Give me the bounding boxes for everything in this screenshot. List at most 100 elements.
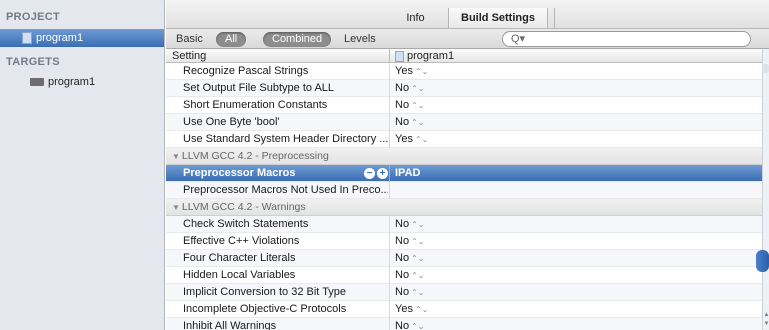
sidebar-item-project[interactable]: program1	[0, 29, 164, 47]
filter-all-button[interactable]: All	[216, 32, 247, 47]
scroll-down-arrow-icon[interactable]: ▼	[763, 321, 769, 328]
setting-value[interactable]: No ⌃⌄	[395, 114, 424, 131]
column-divider	[389, 301, 390, 318]
popup-stepper-icon[interactable]: ⌃⌄	[415, 63, 428, 80]
setting-value[interactable]: No ⌃⌄	[395, 80, 424, 97]
column-header-target[interactable]: program1	[395, 49, 454, 63]
table-row[interactable]: Set Output File Subtype to ALL No ⌃⌄	[166, 80, 762, 97]
setting-value-text: Yes	[395, 65, 413, 77]
setting-value-text: No	[395, 99, 410, 111]
table-row[interactable]: Inhibit All Warnings No ⌃⌄	[166, 318, 762, 330]
popup-stepper-icon[interactable]: ⌃⌄	[415, 301, 428, 318]
setting-name: Check Switch Statements	[183, 218, 309, 230]
group-header-row[interactable]: ▼ LLVM GCC 4.2 - Preprocessing	[166, 148, 762, 165]
table-row[interactable]: Hidden Local Variables No ⌃⌄	[166, 267, 762, 284]
table-row[interactable]: Short Enumeration Constants No ⌃⌄	[166, 97, 762, 114]
setting-value[interactable]: No ⌃⌄	[395, 216, 424, 233]
popup-stepper-icon[interactable]: ⌃⌄	[411, 284, 424, 301]
setting-value[interactable]: No ⌃⌄	[395, 97, 424, 114]
disclosure-triangle-icon[interactable]: ▼	[172, 199, 180, 216]
setting-value[interactable]: Yes ⌃⌄	[395, 301, 428, 318]
column-divider	[389, 114, 390, 131]
popup-stepper-icon[interactable]: ⌃⌄	[411, 267, 424, 284]
group-header-row[interactable]: ▼ LLVM GCC 4.2 - Warnings	[166, 199, 762, 216]
setting-value[interactable]: No ⌃⌄	[395, 318, 424, 330]
sidebar-item-target[interactable]: program1	[0, 74, 164, 90]
vertical-scrollbar[interactable]: ▲ ▼	[762, 49, 769, 330]
disclosure-triangle-icon[interactable]: ▼	[172, 148, 180, 165]
column-header-setting[interactable]: Setting	[172, 49, 206, 63]
column-divider	[389, 131, 390, 148]
group-header-text: LLVM GCC 4.2 - Preprocessing	[181, 150, 329, 162]
tab-build-settings[interactable]: Build Settings	[448, 8, 548, 28]
popup-stepper-icon[interactable]: ⌃⌄	[411, 97, 424, 114]
table-row[interactable]: Implicit Conversion to 32 Bit Type No ⌃⌄	[166, 284, 762, 301]
column-divider	[389, 182, 390, 199]
setting-value[interactable]: No ⌃⌄	[395, 233, 424, 250]
project-section-header: PROJECT	[6, 11, 61, 23]
popup-stepper-icon[interactable]: ⌃⌄	[411, 318, 424, 330]
table-rows: Recognize Pascal Strings Yes ⌃⌄ Set Output …	[166, 63, 762, 330]
setting-value-text: Yes	[395, 303, 413, 315]
setting-name: Recognize Pascal Strings	[183, 65, 309, 77]
setting-value-text: No	[395, 235, 410, 247]
project-file-icon	[395, 50, 404, 62]
popup-stepper-icon[interactable]: ⌃⌄	[411, 114, 424, 131]
project-file-icon	[22, 32, 32, 44]
setting-name: Implicit Conversion to 32 Bit Type	[183, 286, 347, 298]
build-settings-table: Setting program1 Recognize Pascal String…	[166, 49, 762, 330]
popup-stepper-icon[interactable]: ⌃⌄	[411, 80, 424, 97]
table-row[interactable]: Four Character Literals No ⌃⌄	[166, 250, 762, 267]
setting-value-text: No	[395, 82, 410, 94]
targets-section-header: TARGETS	[6, 56, 60, 68]
popup-stepper-icon[interactable]: ⌃⌄	[415, 131, 428, 148]
table-row-selected[interactable]: Preprocessor Macros − + IPAD	[166, 165, 762, 182]
column-divider	[389, 97, 390, 114]
filter-combined-button[interactable]: Combined	[263, 32, 332, 47]
add-icon[interactable]: +	[377, 168, 388, 179]
popup-stepper-icon[interactable]: ⌃⌄	[411, 233, 424, 250]
setting-value[interactable]: No ⌃⌄	[395, 250, 424, 267]
setting-name: Four Character Literals	[183, 252, 296, 264]
column-header-target-label: program1	[407, 50, 455, 62]
table-row[interactable]: Preprocessor Macros Not Used In Preco...	[166, 182, 762, 199]
setting-name: Use Standard System Header Directory ...	[183, 133, 388, 145]
filter-levels-button[interactable]: Levels	[344, 32, 376, 47]
tab-bar: Info Build Settings	[166, 0, 769, 29]
scroll-track-marker	[762, 64, 769, 73]
filter-basic-button[interactable]: Basic	[176, 32, 203, 47]
column-divider	[389, 80, 390, 97]
table-row[interactable]: Check Switch Statements No ⌃⌄	[166, 216, 762, 233]
setting-name: Use One Byte 'bool'	[183, 116, 280, 128]
sidebar: PROJECT program1 TARGETS program1	[0, 0, 165, 330]
scroll-up-arrow-icon[interactable]: ▲	[763, 312, 769, 319]
target-icon	[30, 78, 44, 86]
remove-icon[interactable]: −	[364, 168, 375, 179]
setting-value-text: No	[395, 218, 410, 230]
popup-stepper-icon[interactable]: ⌃⌄	[411, 216, 424, 233]
setting-value[interactable]: IPAD	[395, 165, 420, 182]
setting-value-text: Yes	[395, 133, 413, 145]
scroll-thumb[interactable]	[756, 250, 769, 272]
table-row[interactable]: Incomplete Objective-C Protocols Yes ⌃⌄	[166, 301, 762, 318]
column-divider	[389, 49, 390, 63]
tab-info[interactable]: Info	[393, 8, 438, 28]
table-row[interactable]: Use One Byte 'bool' No ⌃⌄	[166, 114, 762, 131]
table-row[interactable]: Use Standard System Header Directory ...…	[166, 131, 762, 148]
setting-value[interactable]: Yes ⌃⌄	[395, 131, 428, 148]
sidebar-item-label: program1	[36, 32, 84, 44]
table-row[interactable]: Effective C++ Violations No ⌃⌄	[166, 233, 762, 250]
column-divider	[389, 233, 390, 250]
setting-name: Inhibit All Warnings	[183, 320, 277, 330]
sidebar-item-label: program1	[48, 76, 96, 88]
setting-name: Effective C++ Violations	[183, 235, 300, 247]
table-row[interactable]: Recognize Pascal Strings Yes ⌃⌄	[166, 63, 762, 80]
popup-stepper-icon[interactable]: ⌃⌄	[411, 250, 424, 267]
setting-value[interactable]: No ⌃⌄	[395, 284, 424, 301]
setting-value-text: No	[395, 269, 410, 281]
setting-value[interactable]: Yes ⌃⌄	[395, 63, 428, 80]
setting-value[interactable]: No ⌃⌄	[395, 267, 424, 284]
column-divider	[389, 318, 390, 330]
search-input[interactable]: Q▾	[502, 31, 751, 47]
table-header: Setting program1	[166, 49, 762, 63]
